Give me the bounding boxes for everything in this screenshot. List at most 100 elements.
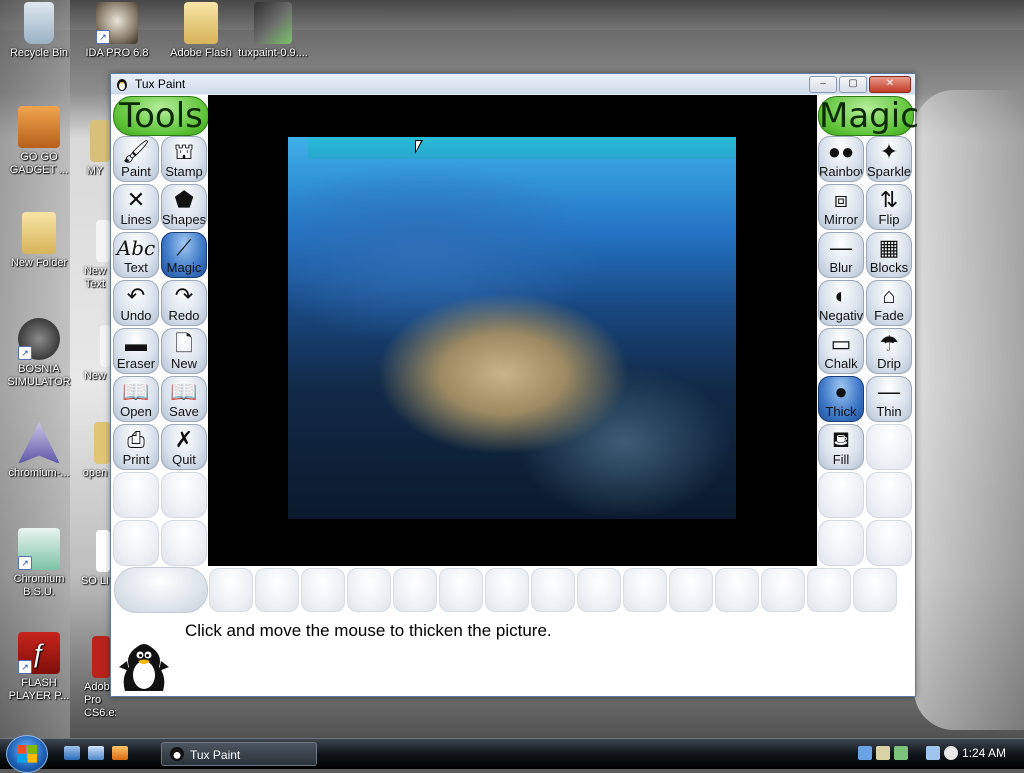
tux-app-icon (117, 79, 127, 91)
tools-button-redo[interactable]: ↷ Redo (161, 280, 207, 326)
mouse-pointer-icon (415, 140, 423, 154)
show-desktop-icon[interactable] (64, 746, 80, 760)
magic-button-mirror[interactable]: ⧈ Mirror (818, 184, 864, 230)
clock[interactable]: 1:24 AM (962, 746, 1006, 760)
window-titlebar[interactable]: Tux Paint – ▢ ✕ (111, 74, 915, 94)
magic-button-chalk[interactable]: ▭ Chalk (818, 328, 864, 374)
tools-button-undo[interactable]: ↶ Undo (113, 280, 159, 326)
switch-windows-icon[interactable] (88, 746, 104, 760)
desktop-icon-new-folder[interactable]: New Folder (1, 212, 77, 270)
desktop-icon-go-go-gadget[interactable]: GO GO GADGET ... (1, 106, 77, 177)
blocks-icon: ▦ (878, 235, 900, 260)
close-button[interactable]: ✕ (869, 76, 911, 93)
magic-button-fill[interactable]: ⛾ Fill (818, 424, 864, 470)
pentagon-icon: ⬟ (174, 187, 194, 212)
desktop-icon-new[interactable]: New (80, 325, 110, 383)
magic-button-thick[interactable]: ● Thick (818, 376, 864, 422)
new-page-icon: 🗋 (175, 331, 193, 356)
tools-button-lines[interactable]: ✕ Lines (113, 184, 159, 230)
desktop-icon-ida-pro[interactable]: ↗ IDA PRO 6.8 (79, 2, 155, 60)
magic-button-label: Mirror (824, 212, 858, 227)
magic-button-flip[interactable]: ⇅ Flip (866, 184, 912, 230)
color-swatch[interactable] (853, 568, 897, 612)
color-swatch[interactable] (439, 568, 483, 612)
desktop-icon-my[interactable]: MY (80, 120, 110, 178)
taskbar: Tux Paint 1:24 AM (0, 735, 1024, 773)
color-swatch[interactable] (761, 568, 805, 612)
magic-button-drip[interactable]: ☂ Drip (866, 328, 912, 374)
color-swatch[interactable] (807, 568, 851, 612)
color-swatch[interactable] (485, 568, 529, 612)
magic-button-label: Blocks (869, 260, 909, 275)
tools-button-eraser[interactable]: ▬ Eraser (113, 328, 159, 374)
thick-icon: ● (834, 379, 848, 404)
maximize-button[interactable]: ▢ (839, 76, 867, 93)
desktop-icon-flash-player[interactable]: ƒ ↗ FLASH PLAYER P... (1, 632, 77, 703)
color-swatch[interactable] (577, 568, 621, 612)
network-icon[interactable] (858, 746, 872, 760)
color-swatch[interactable] (669, 568, 713, 612)
tools-button-label: Save (169, 404, 199, 419)
magic-button-sparkles[interactable]: ✦Sparkles (866, 136, 912, 182)
folder-icon (184, 2, 218, 44)
tools-button-print[interactable]: ⎙ Print (113, 424, 159, 470)
network-connection-icon[interactable] (926, 746, 940, 760)
magic-button-label: Drip (877, 356, 901, 371)
desktop-icon-chromium-bsu[interactable]: ↗ Chromium B.S.U. (1, 528, 77, 599)
color-swatch[interactable] (301, 568, 345, 612)
magic-button-rainbow[interactable]: ●●Rainbow (818, 136, 864, 182)
text-abc-icon: Abc (116, 236, 156, 260)
tools-button-save[interactable]: 📖 Save (161, 376, 207, 422)
magic-button-fade[interactable]: ⌂ Fade (866, 280, 912, 326)
tools-button-shapes[interactable]: ⬟ Shapes (161, 184, 207, 230)
tools-button-quit[interactable]: ✗ Quit (161, 424, 207, 470)
desktop-icon-chromium[interactable]: chromium-... (1, 422, 77, 480)
tools-header: Tools (113, 96, 209, 136)
drawing-canvas[interactable] (208, 95, 817, 566)
magic-button-blocks[interactable]: ▦ Blocks (866, 232, 912, 278)
magic-empty-slot (818, 520, 864, 566)
tray-app-icon[interactable] (876, 746, 890, 760)
underwater-coral-photo (288, 137, 736, 519)
color-swatch[interactable] (393, 568, 437, 612)
desktop-icon-adobe-flash[interactable]: Adobe Flash (163, 2, 239, 60)
minimize-button[interactable]: – (809, 76, 837, 93)
desktop-icon-bosnia-simulator[interactable]: ↗ BOSNIA SIMULATOR (1, 318, 77, 389)
color-swatch[interactable] (255, 568, 299, 612)
desktop-icon-recycle-bin[interactable]: Recycle Bin (1, 2, 77, 60)
tools-button-label: Paint (121, 164, 151, 179)
media-player-icon[interactable] (112, 746, 128, 760)
color-swatch[interactable] (209, 568, 253, 612)
color-swatch[interactable] (531, 568, 575, 612)
tools-button-label: New (170, 356, 197, 371)
magic-button-label: Chalk (824, 356, 858, 371)
color-swatch[interactable] (347, 568, 391, 612)
magic-header: Magic (818, 96, 919, 136)
magic-button-blur[interactable]: — Blur (818, 232, 864, 278)
taskbar-item-tux-paint[interactable]: Tux Paint (161, 742, 317, 766)
desktop-icon-open[interactable]: open (80, 422, 110, 480)
tux-paint-window: Tux Paint – ▢ ✕ Tools Magic 🖌 Paint ⛫ Stamp… (110, 73, 919, 697)
tools-button-magic[interactable]: ⟋ Magic (161, 232, 207, 278)
tools-button-open[interactable]: 📖 Open (113, 376, 159, 422)
tools-button-text[interactable]: Abc Text (113, 232, 159, 278)
tools-button-new[interactable]: 🗋 New (161, 328, 207, 374)
desktop-icon-tuxpaint-installer[interactable]: tuxpaint-0.9.... (235, 2, 311, 60)
tools-button-stamp[interactable]: ⛫ Stamp (161, 136, 207, 182)
desktop-icon-new-text[interactable]: New Text (80, 220, 110, 291)
color-swatch[interactable] (715, 568, 759, 612)
color-swatch[interactable] (623, 568, 667, 612)
tray-app-icon[interactable] (894, 746, 908, 760)
magic-button-thin[interactable]: — Thin (866, 376, 912, 422)
desktop-icon-label: MY (86, 165, 104, 177)
tools-button-paint[interactable]: 🖌 Paint (113, 136, 159, 182)
color-palette-current[interactable] (114, 567, 208, 613)
undo-icon: ↶ (126, 283, 146, 308)
fade-icon: ⌂ (882, 283, 896, 308)
start-button[interactable] (6, 735, 48, 773)
lines-icon: ✕ (126, 187, 146, 212)
desktop-icon-solitaire[interactable]: SO LI (80, 530, 110, 588)
magic-button-negative[interactable]: ◐Negative (818, 280, 864, 326)
volume-muted-icon[interactable] (944, 746, 958, 760)
windows-logo-icon (17, 745, 37, 763)
